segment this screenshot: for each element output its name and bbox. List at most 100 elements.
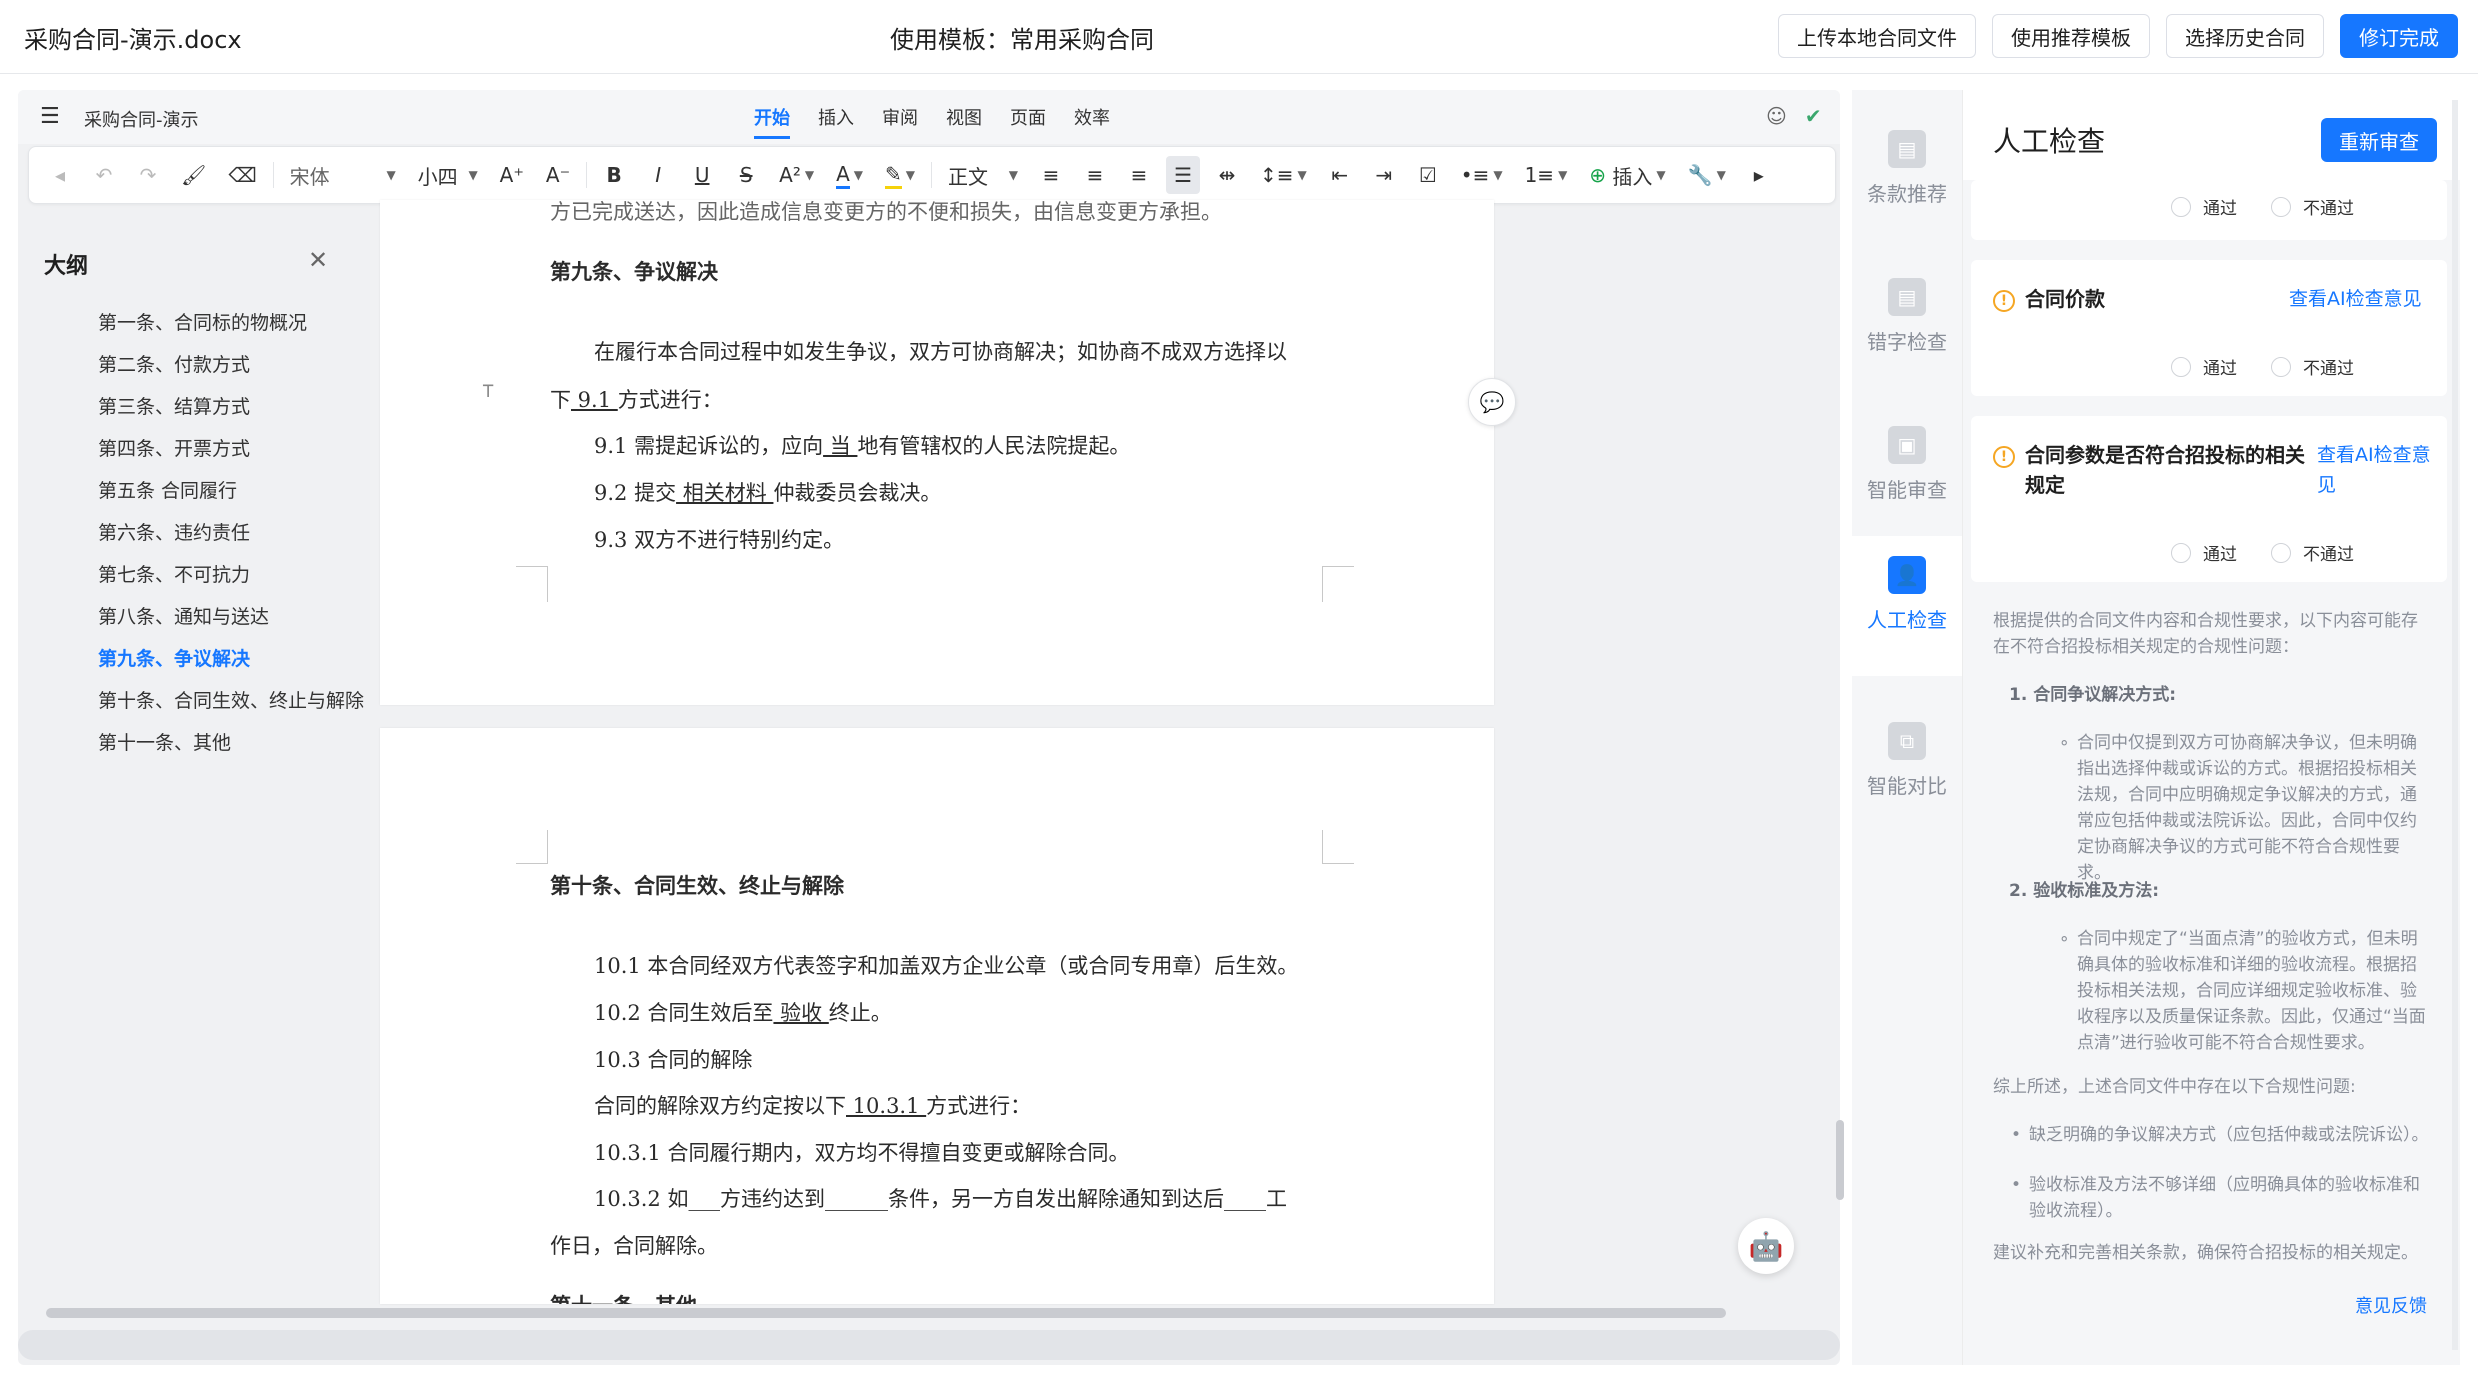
pass-fail-group: 通过 不通过 bbox=[2171, 540, 2354, 565]
panel-header: 人工检查 重新审查 bbox=[1963, 90, 2461, 180]
outline-item[interactable]: 第三条、结算方式 bbox=[98, 386, 368, 428]
underline-icon[interactable]: U bbox=[685, 156, 719, 194]
tool-smart-review[interactable]: ▣ 智能审查 bbox=[1852, 406, 1962, 526]
outline-item[interactable]: 第七条、不可抗力 bbox=[98, 554, 368, 596]
pass-radio[interactable]: 通过 bbox=[2171, 540, 2237, 565]
section-heading: 第十条、合同生效、终止与解除 bbox=[550, 873, 844, 898]
top-actions: 上传本地合同文件 使用推荐模板 选择历史合同 修订完成 bbox=[1778, 14, 2458, 58]
finish-revision-button[interactable]: 修订完成 bbox=[2340, 14, 2458, 58]
tool-smart-compare[interactable]: ⧉ 智能对比 bbox=[1852, 702, 1962, 822]
outline-item[interactable]: 第十条、合同生效、终止与解除 bbox=[98, 680, 368, 722]
outline-item[interactable]: 第四条、开票方式 bbox=[98, 428, 368, 470]
insert-menu[interactable]: ⊕ 插入 ▼ bbox=[1583, 156, 1671, 194]
fill-in-field[interactable]: 当 bbox=[823, 434, 857, 458]
fill-in-field[interactable]: 9.1 bbox=[571, 388, 618, 412]
close-icon[interactable]: ✕ bbox=[308, 246, 328, 274]
assistant-icon[interactable]: ☺ bbox=[1766, 104, 1787, 128]
text-run: 下 bbox=[550, 388, 571, 412]
tool-clause-recommend[interactable]: ▤ 条款推荐 bbox=[1852, 110, 1962, 230]
pass-radio[interactable]: 通过 bbox=[2171, 354, 2237, 379]
paragraph-style-select[interactable]: 正文 ▼ bbox=[942, 156, 1024, 194]
view-ai-opinion-link[interactable]: 查看AI检查意见 bbox=[2317, 440, 2437, 500]
chevron-down-icon: ▼ bbox=[804, 168, 815, 182]
saved-check-icon[interactable]: ✔ bbox=[1805, 104, 1822, 128]
outline-item[interactable]: 第六条、违约责任 bbox=[98, 512, 368, 554]
bullet-list-icon[interactable]: •≡ ▼ bbox=[1455, 156, 1509, 194]
fill-in-field[interactable]: 相关材料 bbox=[676, 481, 773, 505]
add-comment-icon[interactable]: 💬 bbox=[1468, 378, 1516, 426]
tool-manual-check[interactable]: 👤 人工检查 bbox=[1852, 536, 1962, 676]
outline-item[interactable]: 第二条、付款方式 bbox=[98, 344, 368, 386]
align-center-icon[interactable]: ≡ bbox=[1078, 156, 1112, 194]
fill-in-field[interactable]: 10.3.1 bbox=[846, 1094, 926, 1118]
italic-icon[interactable]: I bbox=[641, 156, 675, 194]
outline-item[interactable]: 第五条 合同履行 bbox=[98, 470, 368, 512]
person-check-icon: 👤 bbox=[1888, 556, 1926, 594]
fail-radio[interactable]: 不通过 bbox=[2271, 194, 2354, 219]
use-recommended-template-button[interactable]: 使用推荐模板 bbox=[1992, 14, 2150, 58]
check-item-title: 合同价款 bbox=[2025, 287, 2105, 311]
undo-icon[interactable]: ↶ bbox=[87, 156, 121, 194]
compare-icon: ⧉ bbox=[1888, 722, 1926, 760]
radio-dot bbox=[2271, 356, 2291, 377]
chevron-down-icon: ▼ bbox=[1558, 168, 1568, 182]
font-size-select[interactable]: 小四 ▼ bbox=[412, 156, 484, 194]
tab-page[interactable]: 页面 bbox=[1010, 104, 1046, 139]
tool-typo-check[interactable]: ▤ 错字检查 bbox=[1852, 258, 1962, 378]
strikethrough-icon[interactable]: S bbox=[729, 156, 763, 194]
clear-format-icon[interactable]: ⌫ bbox=[222, 156, 262, 194]
header-right-icons: ☺ ✔ bbox=[1766, 104, 1822, 128]
outline-item[interactable]: 第八条、通知与送达 bbox=[98, 596, 368, 638]
chevron-down-icon: ▼ bbox=[468, 168, 478, 182]
editor-document-name: 采购合同-演示 bbox=[84, 110, 199, 131]
tab-review[interactable]: 审阅 bbox=[882, 104, 918, 139]
checkbox-list-icon[interactable]: ☑ bbox=[1411, 156, 1445, 194]
recheck-button[interactable]: 重新审查 bbox=[2321, 118, 2437, 162]
fill-in-field[interactable]: 验收 bbox=[773, 1001, 828, 1025]
format-painter-icon[interactable]: 🖌 bbox=[175, 156, 212, 194]
decrease-font-icon[interactable]: A⁻ bbox=[540, 156, 576, 194]
line-spacing-icon[interactable]: ↕≡ ▼ bbox=[1254, 156, 1313, 194]
horizontal-scrollbar[interactable] bbox=[28, 1305, 1828, 1319]
menu-icon[interactable]: ☰ bbox=[40, 104, 60, 129]
font-color-icon[interactable]: A ▼ bbox=[830, 156, 869, 194]
tab-start[interactable]: 开始 bbox=[754, 104, 790, 139]
superscript-icon[interactable]: A² ▼ bbox=[773, 156, 820, 194]
vertical-scrollbar-thumb[interactable] bbox=[1836, 1120, 1844, 1200]
tab-efficiency[interactable]: 效率 bbox=[1074, 104, 1110, 139]
scrollbar-thumb[interactable] bbox=[46, 1308, 1726, 1318]
decrease-indent-icon[interactable]: ⇤ bbox=[1323, 156, 1357, 194]
chevron-down-icon: ▼ bbox=[1656, 168, 1666, 182]
section-heading: 第十一条、其他 bbox=[550, 1290, 697, 1304]
align-right-icon[interactable]: ≡ bbox=[1122, 156, 1156, 194]
paragraph-line: 在履行本合同过程中如发生争议，双方可协商解决；如协商不成双方选择以 bbox=[594, 340, 1287, 364]
choose-history-contract-button[interactable]: 选择历史合同 bbox=[2166, 14, 2324, 58]
fail-radio[interactable]: 不通过 bbox=[2271, 354, 2354, 379]
outline-item-active[interactable]: 第九条、争议解决 bbox=[98, 638, 368, 680]
toolbar-more-icon[interactable]: ▸ bbox=[1742, 156, 1776, 194]
bold-icon[interactable]: B bbox=[597, 156, 631, 194]
distributed-align-icon[interactable]: ⇹ bbox=[1210, 156, 1244, 194]
font-family-select[interactable]: 宋体 ▼ bbox=[284, 156, 402, 194]
redo-icon[interactable]: ↷ bbox=[131, 156, 165, 194]
back-icon[interactable]: ◂ bbox=[43, 156, 77, 194]
increase-font-icon[interactable]: A⁺ bbox=[494, 156, 530, 194]
tools-icon[interactable]: 🔧 ▼ bbox=[1682, 156, 1732, 194]
ai-assistant-icon[interactable]: 🤖 bbox=[1738, 1218, 1794, 1274]
tab-view[interactable]: 视图 bbox=[946, 104, 982, 139]
pass-radio[interactable]: 通过 bbox=[2171, 194, 2237, 219]
numbered-list-icon[interactable]: 1≡ ▼ bbox=[1519, 156, 1574, 194]
outline-item[interactable]: 第一条、合同标的物概况 bbox=[98, 302, 368, 344]
align-justify-icon[interactable]: ☰ bbox=[1166, 156, 1201, 194]
tab-insert[interactable]: 插入 bbox=[818, 104, 854, 139]
feedback-link[interactable]: 意见反馈 bbox=[2355, 1292, 2427, 1318]
increase-indent-icon[interactable]: ⇥ bbox=[1367, 156, 1401, 194]
align-left-icon[interactable]: ≡ bbox=[1034, 156, 1068, 194]
highlight-icon[interactable]: ✎ ▼ bbox=[879, 156, 921, 194]
chevron-down-icon: ▼ bbox=[1493, 168, 1503, 182]
upload-local-contract-button[interactable]: 上传本地合同文件 bbox=[1778, 14, 1976, 58]
view-ai-opinion-link[interactable]: 查看AI检查意见 bbox=[2289, 284, 2422, 314]
fail-radio[interactable]: 不通过 bbox=[2271, 540, 2354, 565]
outline-item[interactable]: 第十一条、其他 bbox=[98, 722, 368, 764]
panel-scrollbar[interactable] bbox=[2452, 100, 2458, 1350]
